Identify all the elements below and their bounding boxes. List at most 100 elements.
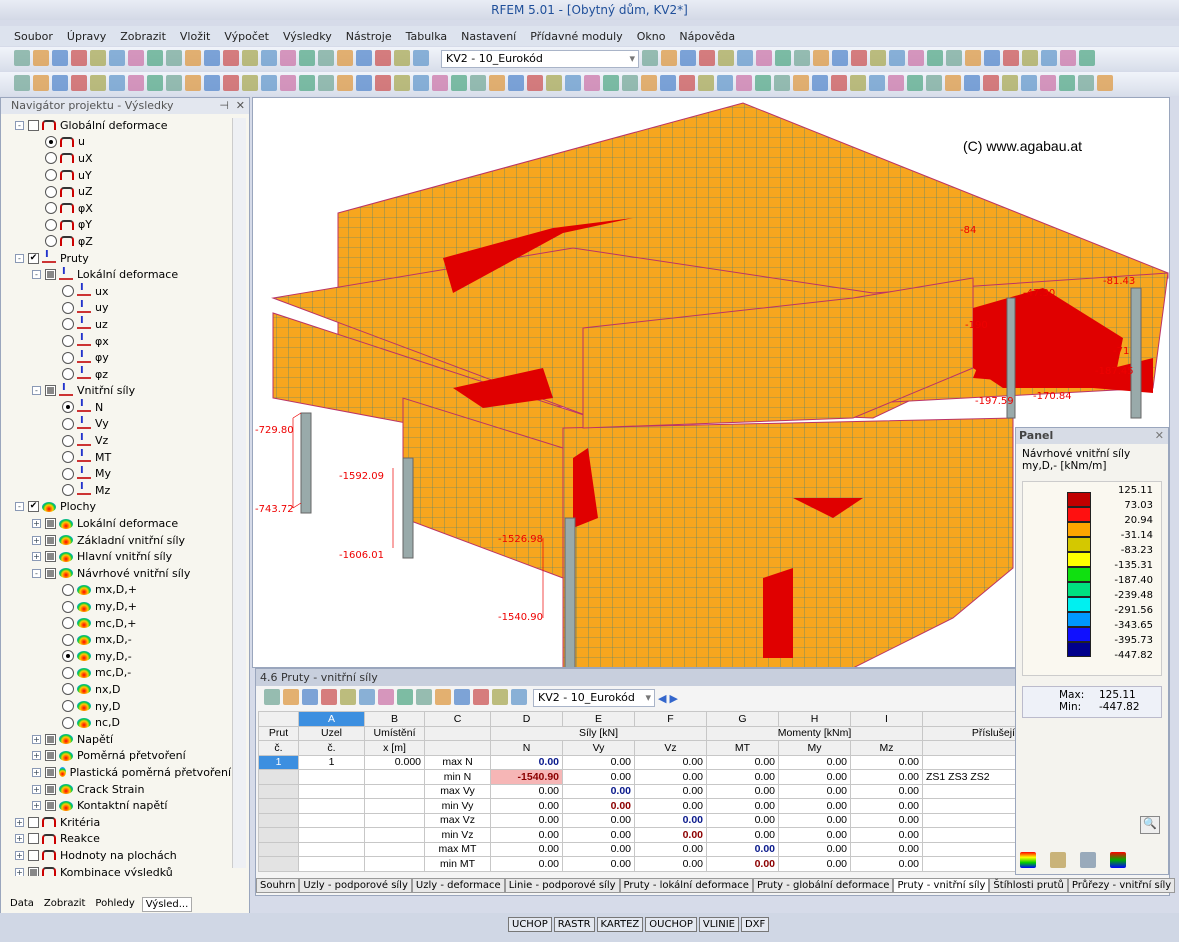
column-header-F[interactable]: F <box>634 711 707 727</box>
value-cell[interactable]: 0.00 <box>562 783 635 799</box>
value-cell[interactable]: 0.00 <box>490 754 563 770</box>
toolbar-button-icon[interactable] <box>660 74 676 91</box>
toolbar-button-icon[interactable] <box>813 49 829 66</box>
toolbar-button-icon[interactable] <box>147 49 163 66</box>
location-cell[interactable] <box>364 783 425 799</box>
location-cell[interactable] <box>364 827 425 843</box>
radio-button[interactable] <box>62 301 74 314</box>
tree-item[interactable]: mc,D,- <box>15 665 231 682</box>
radio-button[interactable] <box>45 202 57 215</box>
tree-item[interactable]: uy <box>15 299 231 317</box>
value-cell[interactable]: 0.00 <box>850 827 923 843</box>
value-cell[interactable]: 0.00 <box>778 798 851 814</box>
value-cell[interactable]: 0.00 <box>562 812 635 828</box>
toolbar-button-icon[interactable] <box>641 74 657 91</box>
toolbar-button-icon[interactable] <box>14 49 30 66</box>
tree-item[interactable]: + Reakce <box>15 831 231 848</box>
toolbar-button-icon[interactable] <box>451 74 467 91</box>
tree-item[interactable]: Mz <box>15 481 231 499</box>
toolbar-button-icon[interactable] <box>926 74 942 91</box>
toolbar-button-icon[interactable] <box>283 688 299 705</box>
toolbar-button-icon[interactable] <box>261 49 277 66</box>
toolbar-button-icon[interactable] <box>128 49 144 66</box>
menu-item-11[interactable]: Nápověda <box>679 30 735 43</box>
value-cell[interactable]: 0.00 <box>490 841 563 857</box>
radio-button[interactable] <box>45 169 57 182</box>
toolbar-button-icon[interactable] <box>394 49 410 66</box>
value-cell[interactable]: 0.00 <box>562 798 635 814</box>
toolbar-button-icon[interactable] <box>71 74 87 91</box>
toolbar-button-icon[interactable] <box>109 74 125 91</box>
toolbar-button-icon[interactable] <box>185 74 201 91</box>
checkbox[interactable] <box>45 534 56 546</box>
status-toggle-uchop[interactable]: UCHOP <box>508 917 552 932</box>
row-header[interactable] <box>258 841 299 857</box>
toolbar-button-icon[interactable] <box>850 74 866 91</box>
value-cell[interactable]: 0.00 <box>562 769 635 785</box>
radio-button[interactable] <box>62 434 74 447</box>
checkbox[interactable] <box>28 119 39 131</box>
value-cell[interactable]: 0.00 <box>778 841 851 857</box>
node-cell[interactable] <box>298 856 365 872</box>
color-scale-tab-icon[interactable] <box>1020 852 1036 868</box>
value-cell[interactable]: 0.00 <box>634 798 707 814</box>
toolbar-button-icon[interactable] <box>511 688 527 705</box>
toolbar-button-icon[interactable] <box>302 688 318 705</box>
expand-icon[interactable]: + <box>32 767 41 777</box>
toolbar-button-icon[interactable] <box>1040 74 1056 91</box>
radio-button[interactable] <box>62 351 74 364</box>
toolbar-button-icon[interactable] <box>223 74 239 91</box>
tree-item[interactable]: nx,D <box>15 681 231 698</box>
toolbar-button-icon[interactable] <box>699 49 715 66</box>
table-tab-8[interactable]: Průřezy - vnitřní síly <box>1067 878 1176 893</box>
table-tab-7[interactable]: Štíhlosti prutů <box>989 878 1068 893</box>
toolbar-button-icon[interactable] <box>1021 74 1037 91</box>
location-cell[interactable] <box>364 812 425 828</box>
tree-item[interactable]: my,D,+ <box>15 598 231 615</box>
view-tab-icon[interactable] <box>1080 852 1096 868</box>
value-cell[interactable]: 0.00 <box>634 827 707 843</box>
toolbar-button-icon[interactable] <box>321 688 337 705</box>
toolbar-button-icon[interactable] <box>851 49 867 66</box>
toolbar-button-icon[interactable] <box>908 49 924 66</box>
radio-button[interactable] <box>62 583 74 596</box>
toolbar-button-icon[interactable] <box>264 688 280 705</box>
tree-item[interactable]: + Hodnoty na plochách <box>15 847 231 864</box>
toolbar-button-icon[interactable] <box>128 74 144 91</box>
tree-item[interactable]: φy <box>15 349 231 366</box>
checkbox-checked[interactable]: ✔ <box>28 501 39 513</box>
checkbox[interactable] <box>45 385 56 397</box>
value-cell[interactable]: 0.00 <box>490 812 563 828</box>
navigator-tab-0[interactable]: Data <box>7 897 37 912</box>
radio-button[interactable] <box>62 484 74 497</box>
toolbar-button-icon[interactable] <box>413 74 429 91</box>
tree-item[interactable]: uz <box>15 315 231 333</box>
toolbar-button-icon[interactable] <box>888 74 904 91</box>
toolbar-button-icon[interactable] <box>907 74 923 91</box>
checkbox-checked[interactable]: ✔ <box>28 252 39 264</box>
table-tab-1[interactable]: Uzly - podporové síly <box>299 878 412 893</box>
value-cell[interactable]: 0.00 <box>778 827 851 843</box>
toolbar-button-icon[interactable] <box>831 74 847 91</box>
expand-icon[interactable]: + <box>15 850 24 860</box>
tree-item[interactable]: - Vnitřní síly <box>15 382 231 400</box>
radio-button[interactable] <box>62 650 74 663</box>
load-cases-cell[interactable]: ZS1 ZS3 ZS2 <box>922 769 1018 785</box>
node-cell[interactable] <box>298 783 365 799</box>
toolbar-button-icon[interactable] <box>375 49 391 66</box>
tree-item[interactable]: nc,D <box>15 714 231 731</box>
menu-item-1[interactable]: Úpravy <box>67 30 106 43</box>
checkbox[interactable] <box>45 551 56 563</box>
table-tab-6[interactable]: Pruty - vnitřní síly <box>893 878 990 893</box>
toolbar-button-icon[interactable] <box>679 74 695 91</box>
tree-item[interactable]: φY <box>15 217 231 234</box>
node-cell[interactable] <box>298 827 365 843</box>
load-cases-cell[interactable] <box>922 783 1018 799</box>
toolbar-button-icon[interactable] <box>793 74 809 91</box>
checkbox[interactable] <box>28 833 39 845</box>
load-cases-cell[interactable] <box>922 798 1018 814</box>
toolbar-button-icon[interactable] <box>413 49 429 66</box>
value-cell[interactable]: 0.00 <box>490 827 563 843</box>
toolbar-button-icon[interactable] <box>242 74 258 91</box>
toolbar-button-icon[interactable] <box>1097 74 1113 91</box>
